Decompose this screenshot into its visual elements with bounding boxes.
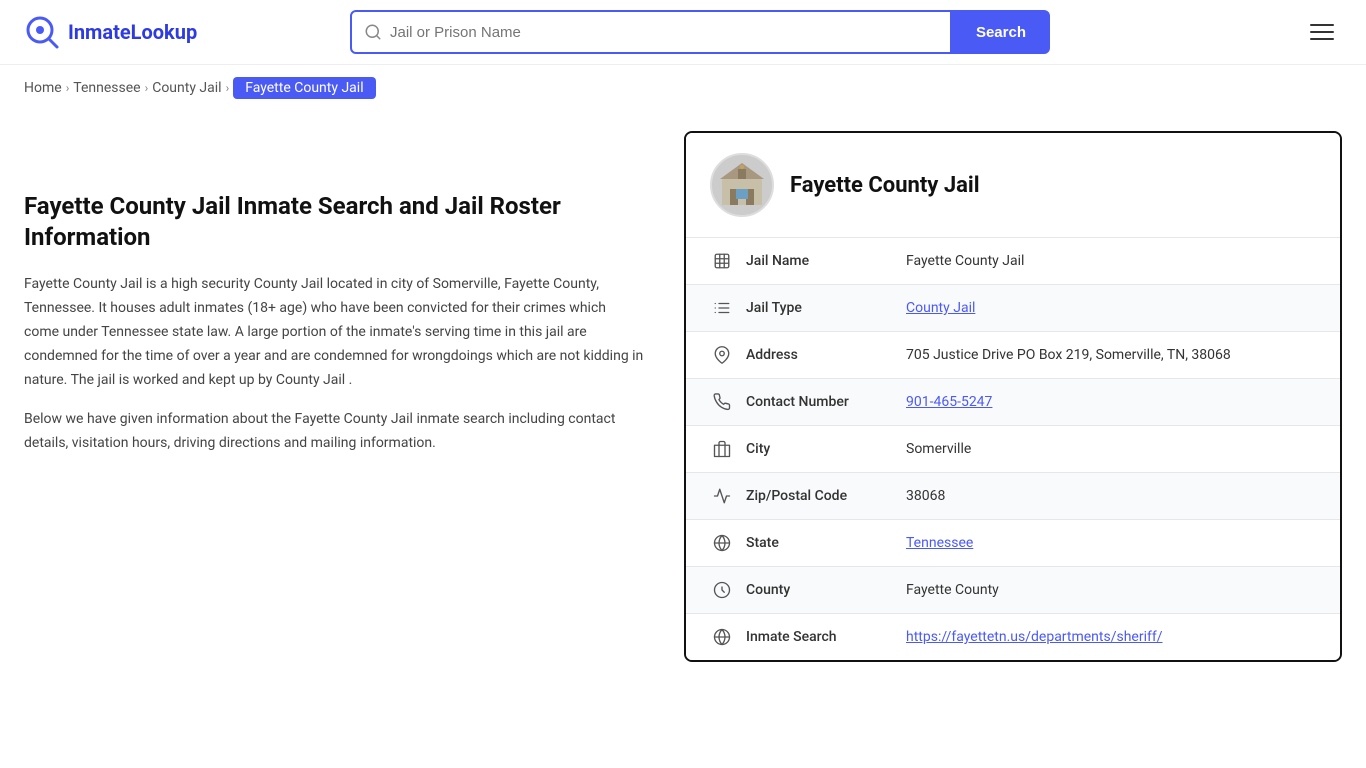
right-column: Fayette County Jail Jail Name Fayette Co… — [684, 131, 1342, 662]
breadcrumb-sep-1: › — [66, 81, 70, 95]
search-wrapper — [350, 10, 952, 54]
zip-icon — [710, 487, 734, 505]
info-row: Inmate Search https://fayettetn.us/depar… — [686, 614, 1340, 660]
info-label: Zip/Postal Code — [746, 488, 906, 504]
breadcrumb-sep-2: › — [145, 81, 149, 95]
breadcrumb-sep-3: › — [226, 81, 230, 95]
description: Fayette County Jail is a high security C… — [24, 273, 644, 456]
web-icon — [710, 628, 734, 646]
avatar — [710, 153, 774, 217]
info-label: County — [746, 582, 906, 598]
info-value-text: 38068 — [906, 488, 945, 504]
breadcrumb-type[interactable]: County Jail — [152, 80, 221, 96]
info-label: Contact Number — [746, 394, 906, 410]
logo-text: InmateLookup — [68, 20, 197, 44]
info-row: State Tennessee — [686, 520, 1340, 567]
info-label: Jail Type — [746, 300, 906, 316]
building-icon — [716, 159, 768, 211]
info-row: Contact Number 901-465-5247 — [686, 379, 1340, 426]
info-row: City Somerville — [686, 426, 1340, 473]
info-value: County Jail — [906, 300, 1316, 316]
info-value: 705 Justice Drive PO Box 219, Somerville… — [906, 347, 1316, 363]
main-content: Fayette County Jail Inmate Search and Ja… — [0, 111, 1366, 682]
info-value-text: 705 Justice Drive PO Box 219, Somerville… — [906, 347, 1231, 363]
info-link[interactable]: https://fayettetn.us/departments/sheriff… — [906, 629, 1163, 645]
info-row: Jail Name Fayette County Jail — [686, 238, 1340, 285]
info-value: 901-465-5247 — [906, 394, 1316, 410]
info-table: Jail Name Fayette County Jail Jail Type … — [686, 238, 1340, 660]
info-value-text: Fayette County — [906, 582, 999, 598]
info-label: Address — [746, 347, 906, 363]
jail-card-header: Fayette County Jail — [686, 133, 1340, 238]
search-area: Search — [350, 10, 1050, 54]
info-row: County Fayette County — [686, 567, 1340, 614]
info-row: Jail Type County Jail — [686, 285, 1340, 332]
left-column: Fayette County Jail Inmate Search and Ja… — [24, 131, 684, 662]
info-value: 38068 — [906, 488, 1316, 504]
search-input[interactable] — [390, 24, 938, 41]
search-button[interactable]: Search — [952, 10, 1050, 54]
breadcrumb: Home › Tennessee › County Jail › Fayette… — [0, 65, 1366, 111]
city-icon — [710, 440, 734, 458]
info-label: State — [746, 535, 906, 551]
description-para-1: Fayette County Jail is a high security C… — [24, 273, 644, 392]
logo-icon — [24, 14, 60, 50]
county-icon — [710, 581, 734, 599]
info-value: Somerville — [906, 441, 1316, 457]
page-title: Fayette County Jail Inmate Search and Ja… — [24, 191, 644, 253]
info-row: Address 705 Justice Drive PO Box 219, So… — [686, 332, 1340, 379]
info-link[interactable]: Tennessee — [906, 535, 973, 551]
menu-button[interactable] — [1302, 16, 1342, 48]
breadcrumb-home[interactable]: Home — [24, 80, 62, 96]
info-link[interactable]: County Jail — [906, 300, 975, 316]
breadcrumb-current: Fayette County Jail — [233, 77, 375, 99]
jail-card: Fayette County Jail Jail Name Fayette Co… — [684, 131, 1342, 662]
info-value: https://fayettetn.us/departments/sheriff… — [906, 629, 1316, 645]
address-icon — [710, 346, 734, 364]
info-label: City — [746, 441, 906, 457]
menu-line-2 — [1310, 31, 1334, 33]
search-icon — [364, 23, 382, 41]
menu-line-1 — [1310, 24, 1334, 26]
description-para-2: Below we have given information about th… — [24, 408, 644, 456]
info-label: Inmate Search — [746, 629, 906, 645]
info-value-text: Fayette County Jail — [906, 253, 1024, 269]
header: InmateLookup Search — [0, 0, 1366, 65]
info-label: Jail Name — [746, 253, 906, 269]
info-row: Zip/Postal Code 38068 — [686, 473, 1340, 520]
state-icon — [710, 534, 734, 552]
info-value-text: Somerville — [906, 441, 971, 457]
info-value: Fayette County — [906, 582, 1316, 598]
jail-card-title: Fayette County Jail — [790, 173, 980, 198]
info-value: Tennessee — [906, 535, 1316, 551]
phone-icon — [710, 393, 734, 411]
logo[interactable]: InmateLookup — [24, 14, 224, 50]
type-icon — [710, 299, 734, 317]
breadcrumb-state[interactable]: Tennessee — [73, 80, 140, 96]
menu-line-3 — [1310, 38, 1334, 40]
info-link[interactable]: 901-465-5247 — [906, 394, 992, 410]
info-value: Fayette County Jail — [906, 253, 1316, 269]
jail-icon — [710, 252, 734, 270]
